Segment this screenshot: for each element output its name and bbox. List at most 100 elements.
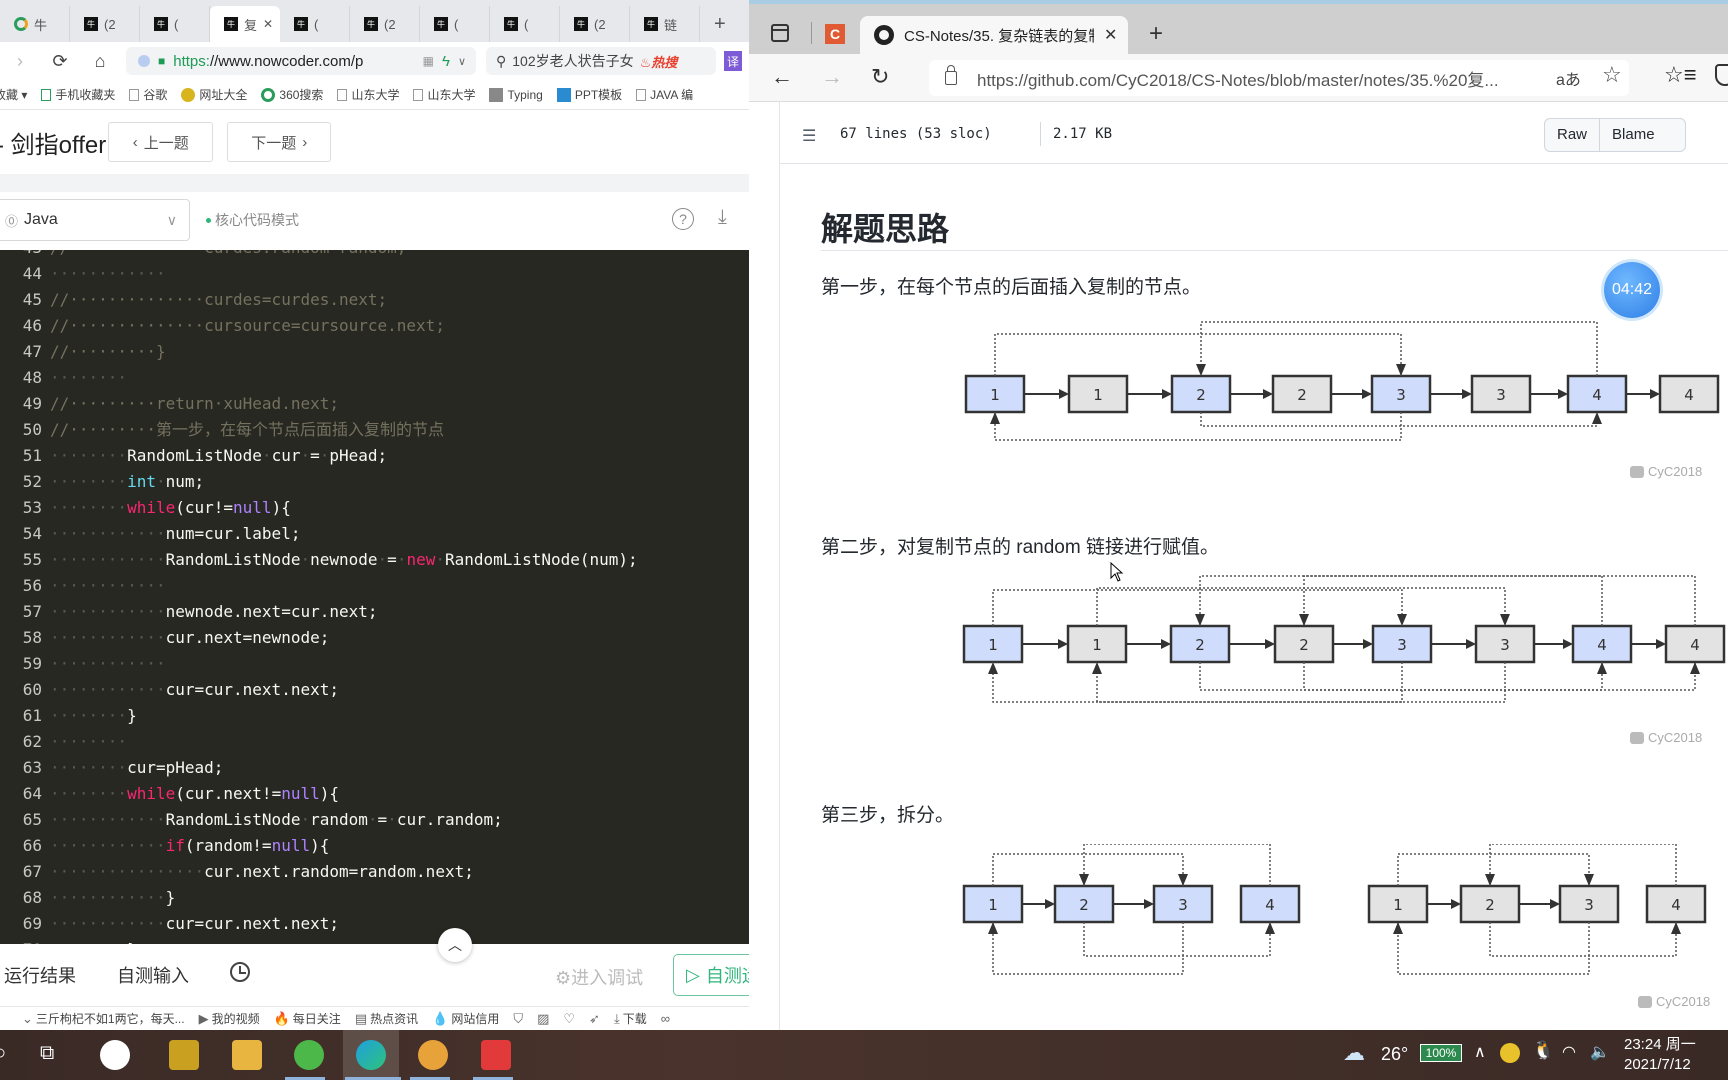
reload-button[interactable]: ↻ xyxy=(871,64,889,90)
prev-question-button[interactable]: ‹ 上一题 xyxy=(108,122,214,162)
back-button[interactable]: ← xyxy=(771,64,793,90)
self-test-run-button[interactable]: ▷自测运行 xyxy=(673,954,750,996)
close-tab-icon[interactable]: ✕ xyxy=(1104,25,1117,45)
code-line[interactable]: 43 //··············curdes.random=random; xyxy=(0,250,407,261)
expand-panel-button[interactable]: ︿ xyxy=(438,928,472,962)
code-line[interactable]: 67 ················cur.next.random=random… xyxy=(0,859,474,885)
bookmark-item[interactable]: 收藏 ▾ xyxy=(0,86,27,103)
code-line[interactable]: 65 ············RandomListNode·random·=·cu… xyxy=(0,807,503,833)
bookmark-item[interactable]: Typing xyxy=(489,87,543,102)
browser-tab[interactable]: 牛( xyxy=(140,6,210,42)
right-address-bar[interactable]: https://github.com/CyC2018/CS-Notes/blob… xyxy=(929,60,1629,96)
reload-button[interactable]: ⟳ xyxy=(40,51,80,72)
code-line[interactable]: 45 //··············curdes=curdes.next; xyxy=(0,287,387,313)
visio-icon[interactable] xyxy=(169,1040,199,1070)
clock[interactable]: 23:24 周一 2021/7/12 xyxy=(1624,1035,1696,1075)
code-line[interactable]: 46 //··············cursource=cursource.ne… xyxy=(0,313,445,339)
bookmark-item[interactable]: 网址大全 xyxy=(181,86,247,103)
browser-tab[interactable]: 牛 (2 xyxy=(350,6,420,42)
code-line[interactable]: 49 //·········return·xuHead.next; xyxy=(0,391,339,417)
shield-icon[interactable] xyxy=(1715,64,1728,86)
tab-actions-icon[interactable] xyxy=(771,24,789,42)
chevron-down-icon[interactable]: ∨ xyxy=(458,55,466,68)
code-line[interactable]: 56 ············ xyxy=(0,573,166,599)
code-line[interactable]: 48 ········ xyxy=(0,365,127,391)
forward-button[interactable]: → xyxy=(821,64,843,90)
code-mode-label[interactable]: 核心代码模式 xyxy=(206,210,299,230)
weather-temp[interactable]: 26° xyxy=(1381,1044,1408,1065)
code-line[interactable]: 70········} xyxy=(0,937,137,944)
blame-button[interactable]: Blame xyxy=(1600,119,1685,151)
favorites-icon[interactable]: ☆≡ xyxy=(1664,62,1697,88)
code-line[interactable]: 53 ········while(cur!=null){ xyxy=(0,495,291,521)
code-line[interactable]: 47 //·········} xyxy=(0,339,166,365)
add-favorite-icon[interactable]: ☆ xyxy=(1602,62,1622,88)
battery-indicator[interactable]: 100% xyxy=(1420,1044,1462,1062)
code-line[interactable]: 69 ············cur=cur.next.next; xyxy=(0,911,339,937)
code-line[interactable]: 63 ········cur=pHead; xyxy=(0,755,224,781)
app-avatar-icon[interactable] xyxy=(418,1040,448,1070)
forward-button[interactable]: › xyxy=(0,51,40,72)
home-button[interactable]: ⌂ xyxy=(80,51,120,72)
floating-timer[interactable]: 04:42 xyxy=(1604,262,1660,318)
left-address-bar[interactable]: ■ https://www.nowcoder.com/p ▦ ϟ ∨ xyxy=(126,47,476,75)
ie-360-icon[interactable] xyxy=(294,1040,324,1070)
status-item[interactable]: ➶ xyxy=(589,1011,600,1027)
bookmark-item[interactable]: 山东大学 xyxy=(337,86,399,103)
qr-icon[interactable]: ▦ xyxy=(423,54,434,68)
new-tab-button[interactable]: + xyxy=(1149,20,1163,48)
task-view-icon[interactable]: ⧉ xyxy=(40,1042,54,1065)
search-icon[interactable]: ○ xyxy=(0,1042,6,1065)
close-tab-icon[interactable]: ✕ xyxy=(263,17,273,31)
status-item[interactable]: ⤓ 下载 xyxy=(614,1010,647,1027)
csdn-tab-icon[interactable]: C xyxy=(825,24,845,44)
file-explorer-icon[interactable] xyxy=(232,1040,262,1070)
bookmark-item[interactable]: PPT模板 xyxy=(556,86,622,103)
status-item[interactable]: ▤ 热点资讯 xyxy=(355,1010,418,1027)
code-line[interactable]: 51 ········RandomListNode·cur·=·pHead; xyxy=(0,443,387,469)
tab-self-test-input[interactable]: 自测输入 xyxy=(117,962,189,988)
tab-run-result[interactable]: 运行结果 xyxy=(4,962,76,988)
bolt-icon[interactable]: ϟ xyxy=(442,53,450,70)
new-tab-button[interactable]: + xyxy=(700,6,736,42)
left-search-box[interactable]: ⚲ 102岁老人状告子女 ♨热搜 xyxy=(486,47,716,75)
browser-tab[interactable]: 牛 xyxy=(0,6,70,42)
bookmark-item[interactable]: JAVA 编 xyxy=(636,86,693,103)
browser-tab[interactable]: 牛链 xyxy=(630,6,700,42)
code-line[interactable]: 55 ············RandomListNode·newnode·=·n… xyxy=(0,547,638,573)
qq-icon[interactable]: 🐧 xyxy=(1532,1040,1554,1061)
read-aloud-icon[interactable]: aあ xyxy=(1556,66,1581,90)
list-icon[interactable]: ☰ xyxy=(802,126,816,146)
status-item[interactable]: ♡ xyxy=(563,1011,575,1027)
code-line[interactable]: 58 ············cur.next=newnode; xyxy=(0,625,330,651)
code-editor[interactable]: 43//··············curdes.random=random;4… xyxy=(0,250,750,944)
tab-github[interactable]: CS-Notes/35. 复杂链表的复制.md ✕ xyxy=(860,16,1128,54)
status-item[interactable]: 💧 网站信用 xyxy=(432,1010,499,1027)
wifi-icon[interactable]: ◠ xyxy=(1562,1042,1576,1062)
edge-icon[interactable] xyxy=(356,1040,386,1070)
code-line[interactable]: 54 ············num=cur.label; xyxy=(0,521,301,547)
bookmark-item[interactable]: 山东大学 xyxy=(413,86,475,103)
status-item[interactable]: ▶ 我的视频 xyxy=(199,1010,260,1027)
help-icon[interactable]: ? xyxy=(672,208,694,230)
weather-icon[interactable]: ☁ xyxy=(1343,1040,1365,1066)
browser-tab[interactable]: 牛复 ✕ xyxy=(210,6,280,42)
volume-icon[interactable]: 🔈 xyxy=(1590,1042,1610,1062)
bookmark-item[interactable]: 谷歌 xyxy=(129,86,167,103)
code-line[interactable]: 66 ············if(random!=null){ xyxy=(0,833,330,859)
code-line[interactable]: 59 ············ xyxy=(0,651,166,677)
code-line[interactable]: 50 //·········第一步，在每个节点后面插入复制的节点 xyxy=(0,417,444,443)
code-line[interactable]: 60 ············cur=cur.next.next; xyxy=(0,677,339,703)
bookmark-item[interactable]: 手机收藏夹 xyxy=(41,86,115,103)
code-line[interactable]: 68 ············} xyxy=(0,885,176,911)
bookmark-item[interactable]: 360搜索 xyxy=(261,86,323,103)
status-item[interactable]: 🔥 每日关注 xyxy=(274,1010,341,1027)
status-item[interactable]: ⌄ 三斤枸杞不如1两它，每天... xyxy=(22,1010,185,1027)
code-line[interactable]: 44 ············ xyxy=(0,261,166,287)
status-item[interactable]: ∞ xyxy=(661,1011,670,1026)
next-question-button[interactable]: 下一题 › xyxy=(227,122,332,162)
history-icon[interactable] xyxy=(230,962,250,982)
status-item[interactable]: ▨ xyxy=(537,1011,549,1027)
code-line[interactable]: 64 ········while(cur.next!=null){ xyxy=(0,781,339,807)
browser-tab[interactable]: 牛( xyxy=(420,6,490,42)
